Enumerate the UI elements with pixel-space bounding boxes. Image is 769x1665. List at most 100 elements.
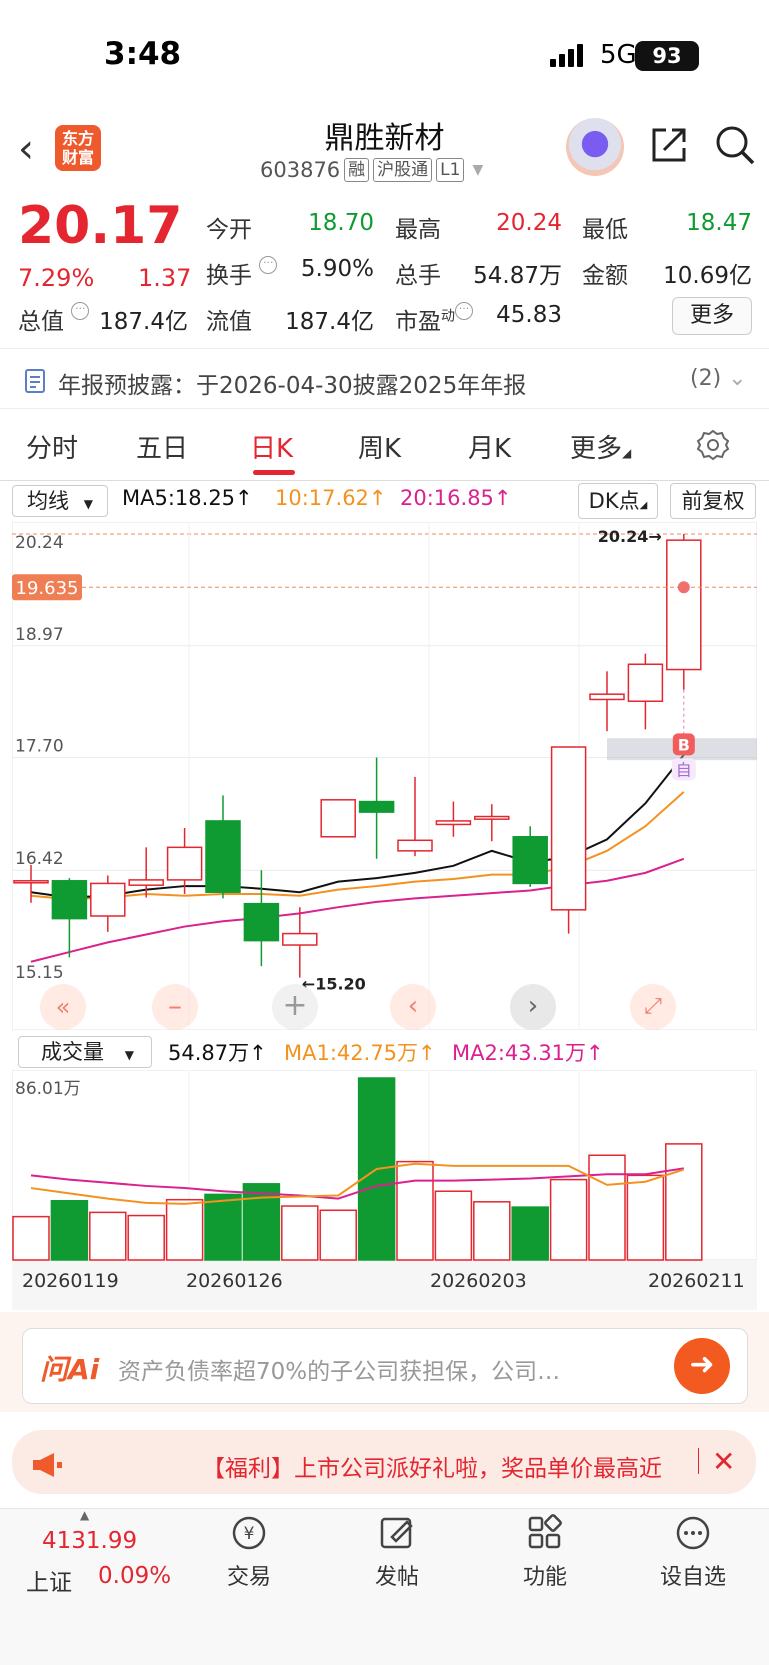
volume-indicator-select[interactable]: 成交量 ▼ [18,1036,152,1068]
volume-bar [473,1201,511,1261]
megaphone-icon [33,1453,62,1477]
market-cap-value: 187.4亿 [99,309,188,335]
scroll-right-button[interactable]: › [510,984,556,1030]
volume-label: 总手 [395,263,441,289]
signal-icon [550,44,586,67]
pe-label: 市盈动 ··· [395,302,473,336]
volume-chart[interactable]: 86.01万 [12,1070,757,1310]
volume-bar [242,1183,281,1261]
assistant-avatar-icon[interactable] [566,118,624,176]
trade-icon: ¥ [232,1516,266,1550]
volume-bar [434,1190,473,1261]
ma5-value: MA5:18.25↑ [122,486,253,510]
pe-value: 45.83 [496,302,562,328]
candle [666,539,702,671]
tab-intraday[interactable]: 分时 [26,428,78,465]
stock-code: 603876 [260,158,341,182]
scroll-left-button[interactable]: ‹ [390,984,436,1030]
share-icon[interactable] [648,124,690,166]
ai-send-button[interactable]: ➜ [674,1338,730,1394]
tab-more[interactable]: 更多◢ [570,428,631,465]
zoom-out-button[interactable]: – [152,984,198,1030]
tab-five-day[interactable]: 五日 [136,428,188,465]
price-axis-label: 18.97 [15,625,64,645]
candle [51,880,88,920]
volume-bar [165,1198,204,1261]
candle [90,882,126,917]
fullscreen-icon[interactable]: ⤢ [630,984,676,1030]
chevron-up-icon[interactable]: ▲ [80,1508,89,1522]
tab-monthly-k[interactable]: 月K [468,428,511,465]
document-icon [25,369,45,393]
volume-bar [204,1193,242,1261]
tab-weekly-k[interactable]: 周K [358,428,401,465]
info-icon[interactable]: ··· [455,302,473,320]
nav-add-watchlist[interactable]: 设自选 [648,1513,738,1591]
close-icon[interactable]: ✕ [712,1445,735,1478]
more-button[interactable]: 更多 [672,297,752,335]
candle [512,836,548,885]
network-type: 5G [600,40,637,70]
high-label: 最高 [395,217,441,243]
gear-icon[interactable] [696,428,730,462]
amount-label: 金额 [582,263,628,289]
chevron-down-icon[interactable]: ▼ [472,162,483,178]
stock-code-row: 603876 融 沪股通 L1 ▼ [260,158,483,182]
zoom-in-button[interactable]: + [272,984,318,1030]
ai-logo: 问Ai [40,1353,100,1386]
change-percent: 7.29% [18,264,95,292]
price-axis-label: 16.42 [15,849,64,869]
candle [358,800,395,813]
dk-point-button[interactable]: DK点◢ [578,483,658,519]
candle [13,880,49,884]
volume-bar [281,1205,319,1261]
indicator-select[interactable]: 均线 ▼ [12,485,108,517]
info-icon[interactable]: ··· [259,256,278,274]
ai-prompt-text[interactable]: 资产负债率超70%的子公司获担保，公司… [118,1352,560,1386]
amount-value: 10.69亿 [663,263,752,289]
nav-trade[interactable]: ¥ 交易 [204,1513,294,1591]
volume-bar [89,1211,127,1261]
candle [166,846,203,881]
ma20-value: 20:16.85↑ [400,486,512,510]
candlestick-chart[interactable]: 20.2418.9717.7016.4215.15 19.63520.24→←1… [12,522,757,1030]
tab-daily-k[interactable]: 日K [250,428,293,465]
candle [320,799,356,838]
search-icon[interactable] [714,124,756,166]
notice-text[interactable]: 年报预披露：于2026-04-30披露2025年年报 [58,366,526,400]
nav-functions[interactable]: 功能 [500,1513,590,1591]
ma10-value: 10:17.62↑ [275,486,387,510]
price-axis-label: 15.15 [15,963,64,983]
grid-icon [528,1514,562,1549]
volume-bar [665,1143,703,1261]
promo-text[interactable]: 【福利】上市公司派好礼啦，奖品单价最高近 [202,1449,662,1483]
index-value[interactable]: 4131.99 [42,1528,137,1554]
margin-tag: 融 [344,158,370,182]
edit-icon [380,1517,413,1549]
info-icon[interactable]: ··· [71,302,90,320]
volume-bar [12,1215,50,1261]
change-amount: 1.37 [138,264,192,292]
scroll-left-fast-button[interactable]: « [40,984,86,1030]
market-cap-label: 总值 ··· [18,302,90,336]
index-percent[interactable]: 0.09% [98,1563,171,1589]
candle [550,746,587,911]
battery-icon: 93 [635,41,699,71]
candle [474,815,510,820]
volume-bar [626,1174,665,1261]
index-name[interactable]: 上证 [26,1563,72,1597]
open-value: 18.70 [308,210,374,236]
volume-bar [319,1209,357,1261]
candle [205,820,241,893]
date-label-4: 20260211 [648,1270,745,1292]
notice-count[interactable]: (2) ⌄ [690,366,747,391]
volume-bar [396,1160,434,1261]
more-dots-icon [676,1516,710,1550]
last-price: 20.17 [18,196,183,256]
volume-bar [588,1154,626,1261]
active-tab-indicator [253,470,295,475]
adjust-button[interactable]: 前复权 [670,483,756,519]
nav-post[interactable]: 发帖 [352,1513,442,1591]
turnover-value: 5.90% [300,256,374,282]
volume-bar [127,1214,165,1261]
